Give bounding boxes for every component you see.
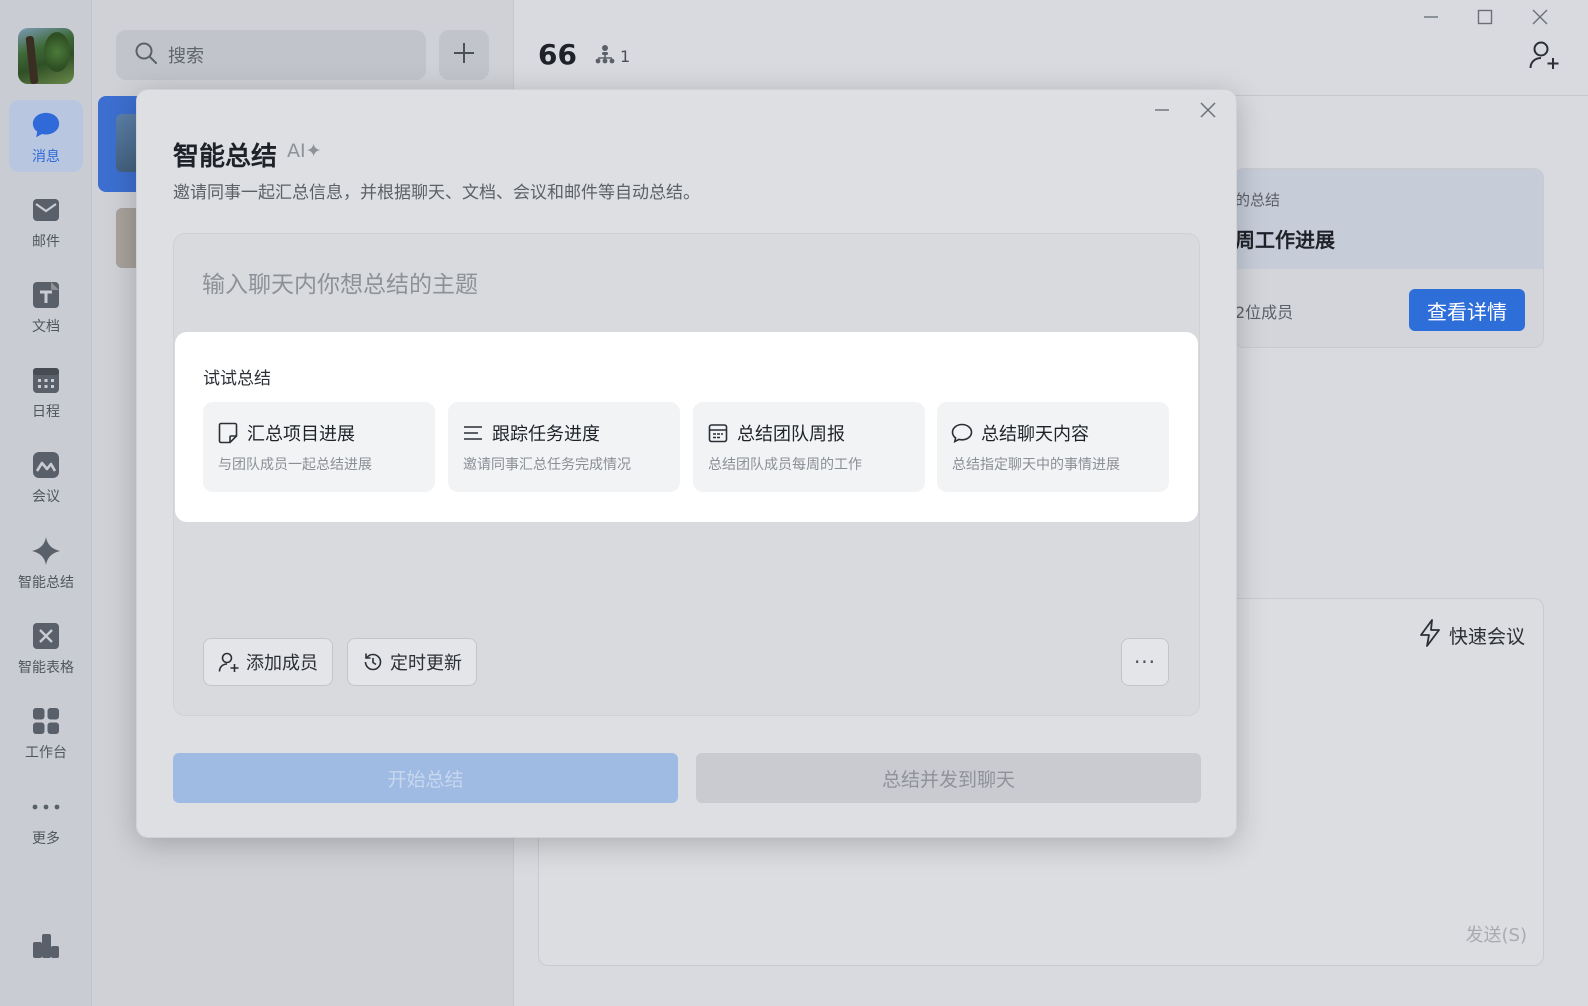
- chat-header: 66 1: [514, 0, 1588, 96]
- template-desc: 总结指定聊天中的事情进展: [952, 457, 1120, 473]
- nav-item-workbench[interactable]: 工作台: [9, 696, 83, 768]
- add-member-label: 添加成员: [246, 653, 318, 674]
- template-desc: 与团队成员一起总结进展: [218, 457, 372, 473]
- search-input[interactable]: 搜索: [116, 30, 426, 80]
- template-title: 汇总项目进展: [247, 424, 355, 445]
- nav-item-smart-table[interactable]: 智能表格: [9, 611, 83, 683]
- nav-label: 更多: [32, 831, 60, 847]
- nav-item-calendar[interactable]: 日程: [9, 355, 83, 427]
- nav-label: 消息: [32, 149, 60, 165]
- start-summary-button[interactable]: 开始总结: [173, 753, 678, 803]
- plus-icon: [452, 41, 476, 69]
- org-members-icon: [594, 44, 616, 68]
- meeting-icon: [31, 450, 61, 480]
- more-options-button[interactable]: ···: [1121, 638, 1169, 686]
- quick-meeting-label: 快速会议: [1448, 626, 1525, 648]
- member-count-value: 1: [620, 46, 631, 66]
- dialog-subtitle: 邀请同事一起汇总信息，并根据聊天、文档、会议和邮件等自动总结。: [173, 183, 700, 203]
- template-card-weekly-report[interactable]: 总结团队周报 总结团队成员每周的工作: [693, 402, 925, 492]
- dialog-minimize-button[interactable]: [1150, 98, 1174, 122]
- dialog-close-button[interactable]: [1196, 98, 1220, 122]
- nav-item-mail[interactable]: 邮件: [9, 185, 83, 257]
- member-count[interactable]: 1: [590, 44, 630, 68]
- schedule-update-label: 定时更新: [390, 653, 462, 674]
- nav-item-meeting[interactable]: 会议: [9, 440, 83, 512]
- search-placeholder: 搜索: [168, 46, 204, 67]
- summary-card-members: 2位成员: [1235, 303, 1294, 322]
- quick-meeting-button[interactable]: 快速会议: [1411, 619, 1525, 652]
- list-lines-icon: [462, 422, 484, 444]
- nav-label: 文档: [32, 319, 60, 335]
- nav-rail: 消息 邮件 文档 日程 会议 智能总结 智能表格 工作台 更多: [0, 0, 92, 1006]
- summarize-and-send-button[interactable]: 总结并发到聊天: [696, 753, 1201, 803]
- template-card-chat-summary[interactable]: 总结聊天内容 总结指定聊天中的事情进展: [937, 402, 1169, 492]
- workbench-grid-icon: [31, 706, 61, 736]
- template-desc: 邀请同事汇总任务完成情况: [463, 457, 631, 473]
- window-minimize-button[interactable]: [1420, 6, 1442, 28]
- clock-history-icon: [362, 651, 384, 673]
- nav-label: 邮件: [32, 234, 60, 250]
- search-icon: [134, 41, 158, 69]
- template-desc: 总结团队成员每周的工作: [708, 457, 862, 473]
- window-maximize-button[interactable]: [1474, 6, 1496, 28]
- app-logo-icon[interactable]: [30, 930, 62, 962]
- nav-label: 会议: [32, 489, 60, 505]
- add-person-icon: [1529, 40, 1561, 74]
- nav-label: 日程: [32, 404, 60, 420]
- nav-item-messages[interactable]: 消息: [9, 100, 83, 172]
- try-summary-panel: 试试总结 汇总项目进展 与团队成员一起总结进展 跟踪任务进度 邀请同事汇总任务完…: [175, 332, 1198, 522]
- nav-item-more[interactable]: 更多: [9, 782, 83, 854]
- template-card-task-tracking[interactable]: 跟踪任务进度 邀请同事汇总任务完成情况: [448, 402, 680, 492]
- add-member-button[interactable]: 添加成员: [203, 638, 333, 686]
- nav-label: 智能表格: [18, 660, 74, 676]
- create-button[interactable]: [439, 30, 489, 80]
- lightning-icon: [1419, 619, 1441, 652]
- chat-title: 66: [538, 38, 577, 71]
- add-member-button[interactable]: [1528, 40, 1562, 74]
- note-icon: [217, 422, 239, 444]
- smart-table-icon: [31, 621, 61, 651]
- mail-icon: [31, 195, 61, 225]
- dialog-title: 智能总结: [173, 142, 278, 172]
- nav-label: 智能总结: [18, 575, 74, 591]
- add-person-icon: [218, 651, 240, 673]
- template-title: 总结聊天内容: [981, 424, 1089, 445]
- nav-item-docs[interactable]: 文档: [9, 270, 83, 342]
- user-avatar[interactable]: [18, 28, 74, 84]
- template-card-project-progress[interactable]: 汇总项目进展 与团队成员一起总结进展: [203, 402, 435, 492]
- summary-card[interactable]: 的总结 周工作进展 2位成员 查看详情: [1234, 168, 1544, 348]
- speech-bubble-icon: [951, 422, 973, 444]
- nav-item-smart-summary[interactable]: 智能总结: [9, 526, 83, 598]
- ai-badge: AI✦: [287, 140, 322, 162]
- nav-label: 工作台: [25, 745, 67, 761]
- template-title: 跟踪任务进度: [492, 424, 600, 445]
- schedule-update-button[interactable]: 定时更新: [347, 638, 477, 686]
- template-title: 总结团队周报: [737, 424, 845, 445]
- summary-card-label: 的总结: [1235, 191, 1281, 209]
- chat-bubble-icon: [31, 110, 61, 140]
- sparkle-icon: [31, 536, 61, 566]
- calendar-report-icon: [707, 422, 729, 444]
- more-dots-icon: [31, 792, 61, 822]
- calendar-icon: [31, 365, 61, 395]
- summary-input-box: 试试总结 汇总项目进展 与团队成员一起总结进展 跟踪任务进度 邀请同事: [173, 233, 1200, 716]
- send-button[interactable]: 发送(S): [1466, 921, 1527, 947]
- view-details-button[interactable]: 查看详情: [1409, 289, 1525, 331]
- window-close-button[interactable]: [1529, 6, 1551, 28]
- summary-card-title: 周工作进展: [1235, 228, 1335, 252]
- try-summary-label: 试试总结: [203, 369, 271, 389]
- document-icon: [31, 280, 61, 310]
- smart-summary-dialog: 智能总结 AI✦ 邀请同事一起汇总信息，并根据聊天、文档、会议和邮件等自动总结。…: [136, 89, 1237, 838]
- topic-input[interactable]: [202, 270, 1170, 300]
